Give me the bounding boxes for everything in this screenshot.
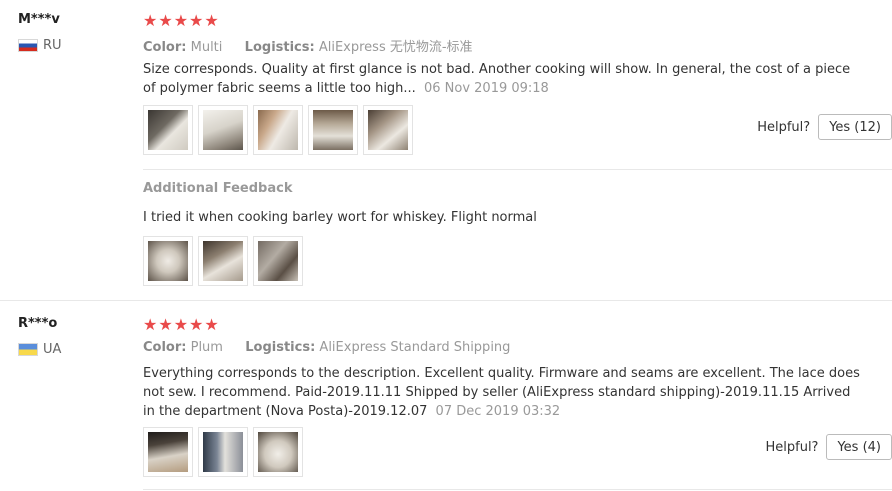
- order-info: Color: Plum Logistics: AliExpress Standa…: [143, 340, 892, 355]
- review-item: R***o UA ★ ★ ★ ★ ★ Color: Plum Logistics…: [0, 300, 892, 491]
- review-body: ★ ★ ★ ★ ★: [143, 13, 892, 29]
- star-icon: ★: [158, 315, 173, 334]
- review-photo[interactable]: [308, 105, 358, 155]
- country-code: RU: [43, 38, 62, 53]
- star-icon: ★: [143, 11, 158, 30]
- additional-photo-gallery: [143, 236, 892, 286]
- star-icon: ★: [143, 315, 158, 334]
- color-label: Color:: [143, 40, 187, 55]
- additional-feedback-title: Additional Feedback: [143, 181, 293, 196]
- helpful-yes-button[interactable]: Yes (12): [818, 114, 892, 140]
- star-icon: ★: [158, 11, 173, 30]
- star-icon: ★: [189, 11, 204, 30]
- review-body: ★ ★ ★ ★ ★: [143, 317, 892, 333]
- helpful-yes-button[interactable]: Yes (4): [826, 434, 892, 460]
- divider: [143, 489, 892, 490]
- divider: [143, 169, 892, 170]
- review-photo[interactable]: [198, 105, 248, 155]
- helpful-section: Helpful? Yes (4): [765, 434, 892, 460]
- logistics-value: AliExpress 无忧物流-标准: [318, 40, 473, 55]
- flag-ua-icon: [18, 343, 38, 356]
- review-photo[interactable]: [143, 427, 193, 477]
- logistics-label: Logistics:: [245, 340, 316, 355]
- review-photo[interactable]: [253, 105, 303, 155]
- star-icon: ★: [173, 11, 189, 30]
- review-date: 07 Dec 2019 03:32: [435, 404, 561, 419]
- review-text-block: Size corresponds. Quality at first glanc…: [143, 60, 863, 98]
- review-photo[interactable]: [198, 427, 248, 477]
- color-label: Color:: [143, 340, 187, 355]
- review-date: 06 Nov 2019 09:18: [423, 81, 549, 96]
- reviewer-name: R***o: [18, 316, 58, 331]
- helpful-section: Helpful? Yes (12): [757, 114, 892, 140]
- additional-feedback-text: I tried it when cooking barley wort for …: [143, 210, 537, 225]
- reviewer-country: UA: [18, 342, 61, 357]
- review-photo[interactable]: [253, 236, 303, 286]
- logistics-value: AliExpress Standard Shipping: [319, 340, 511, 355]
- color-value: Plum: [190, 340, 223, 355]
- star-rating: ★ ★ ★ ★ ★: [143, 317, 892, 333]
- country-code: UA: [43, 342, 62, 357]
- review-text-block: Everything corresponds to the descriptio…: [143, 364, 863, 421]
- helpful-label: Helpful?: [765, 439, 819, 455]
- color-value: Multi: [190, 40, 223, 55]
- review-photo[interactable]: [143, 236, 193, 286]
- reviewer-country: RU: [18, 38, 62, 53]
- star-icon: ★: [189, 315, 204, 334]
- review-photo[interactable]: [253, 427, 303, 477]
- star-icon: ★: [204, 315, 219, 334]
- review-photo[interactable]: [363, 105, 413, 155]
- flag-ru-icon: [18, 39, 38, 52]
- logistics-label: Logistics:: [244, 40, 315, 55]
- star-icon: ★: [173, 315, 189, 334]
- star-rating: ★ ★ ★ ★ ★: [143, 13, 892, 29]
- reviewer-name: M***v: [18, 12, 60, 27]
- order-info: Color: Multi Logistics: AliExpress 无忧物流-…: [143, 36, 892, 55]
- review-photo[interactable]: [198, 236, 248, 286]
- helpful-label: Helpful?: [757, 119, 811, 135]
- review-item: M***v RU ★ ★ ★ ★ ★ Color: Multi Logistic…: [0, 0, 892, 300]
- star-icon: ★: [204, 11, 219, 30]
- review-photo[interactable]: [143, 105, 193, 155]
